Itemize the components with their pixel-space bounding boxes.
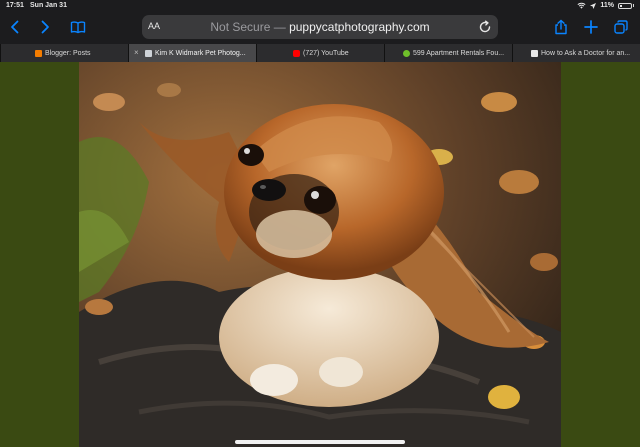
chevron-right-icon	[41, 20, 49, 34]
blogger-favicon-icon	[35, 49, 42, 57]
battery-percent: 11%	[600, 2, 614, 9]
dog-photo-illustration	[79, 62, 561, 447]
battery-icon	[618, 2, 632, 9]
youtube-favicon-icon	[293, 49, 300, 57]
location-icon	[590, 2, 597, 9]
tab-kim-widmark[interactable]: × Kim K Widmark Pet Photog...	[128, 44, 256, 62]
status-indicators: 11%	[577, 2, 634, 9]
tab-strip: Blogger: Posts × Kim K Widmark Pet Photo…	[0, 44, 640, 62]
reload-icon[interactable]	[478, 20, 492, 34]
tab-title: 599 Apartment Rentals Fou...	[413, 49, 505, 57]
chevron-left-icon	[11, 20, 19, 34]
back-button[interactable]	[4, 16, 26, 38]
address-bar[interactable]: AA Not Secure — puppycatphotography.com	[142, 15, 498, 39]
tabs-overview-icon	[614, 20, 628, 34]
plus-icon	[584, 20, 598, 34]
tab-youtube[interactable]: (727) YouTube	[256, 44, 384, 62]
tab-title: How to Ask a Doctor for an...	[541, 49, 631, 57]
status-time: 17:51	[6, 2, 24, 9]
tab-title: (727) YouTube	[303, 49, 349, 57]
tab-ask-doctor[interactable]: How to Ask a Doctor for an...	[512, 44, 640, 62]
share-icon	[555, 19, 567, 35]
tabs-overview-button[interactable]	[610, 16, 632, 38]
close-tab-icon[interactable]: ×	[134, 49, 142, 57]
book-icon	[70, 21, 86, 34]
toolbar: AA Not Secure — puppycatphotography.com	[0, 12, 640, 44]
status-bar: 17:51 Sun Jan 31 11%	[0, 0, 640, 12]
tab-title: Kim K Widmark Pet Photog...	[155, 49, 246, 57]
tab-title: Blogger: Posts	[45, 49, 91, 57]
home-indicator[interactable]	[235, 440, 405, 444]
battery-tip	[633, 4, 634, 7]
reader-bookmarks-button[interactable]	[67, 16, 89, 38]
new-tab-button[interactable]	[580, 16, 602, 38]
pekingese-dog-photo	[79, 62, 561, 447]
page-favicon-icon	[531, 49, 538, 57]
site-favicon-icon	[145, 49, 152, 57]
url-host: puppycatphotography.com	[289, 20, 430, 34]
forward-button[interactable]	[34, 16, 56, 38]
address-text[interactable]: Not Secure — puppycatphotography.com	[142, 20, 498, 34]
tab-blogger[interactable]: Blogger: Posts	[0, 44, 128, 62]
wifi-icon	[577, 2, 586, 9]
share-button[interactable]	[550, 16, 572, 38]
status-date: Sun Jan 31	[30, 2, 67, 9]
browser-chrome: 17:51 Sun Jan 31 11% AA Not Secure — pup…	[0, 0, 640, 62]
security-warning: Not Secure —	[210, 20, 286, 34]
rentals-favicon-icon	[403, 49, 410, 57]
tab-apartment-rentals[interactable]: 599 Apartment Rentals Fou...	[384, 44, 512, 62]
